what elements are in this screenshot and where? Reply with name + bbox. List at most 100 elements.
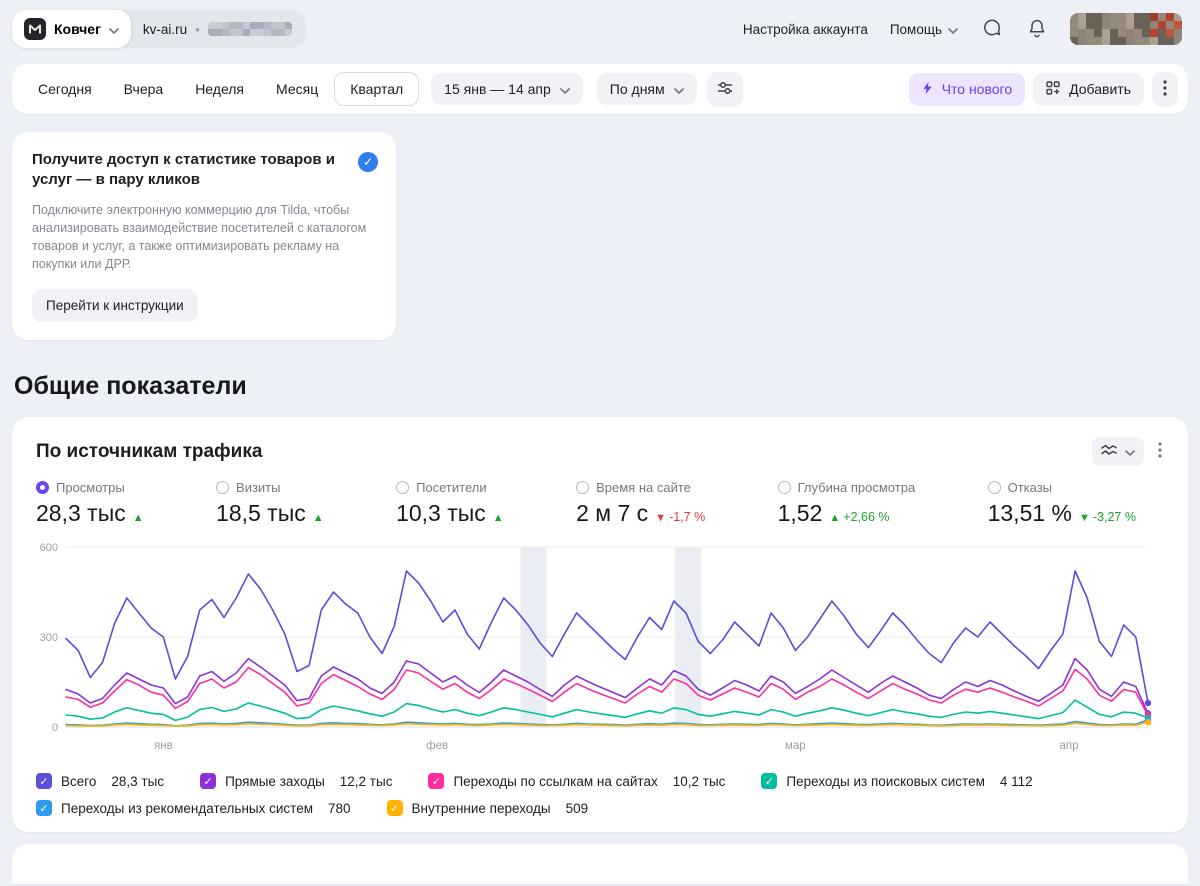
svg-text:апр: апр [1059, 740, 1078, 752]
granularity-select[interactable]: По дням [596, 73, 697, 105]
kebab-menu-icon [1158, 442, 1162, 461]
counter-name: Ковчег [54, 21, 101, 37]
promo-card: Получите доступ к статистике товаров и у… [12, 132, 396, 340]
svg-text:600: 600 [40, 542, 58, 554]
legend-item-5[interactable]: ✓ Внутренние переходы 509 [386, 800, 589, 816]
toolbar-menu-button[interactable] [1152, 71, 1178, 107]
period-tab-4[interactable]: Квартал [334, 72, 420, 106]
metric-label: Посетители [416, 480, 487, 495]
legend-label: Прямые заходы [225, 773, 325, 789]
promo-cta-button[interactable]: Перейти к инструкции [32, 289, 198, 322]
counter-selector[interactable]: Ковчег [12, 10, 131, 48]
legend-value: 509 [565, 800, 589, 816]
promo-body: Подключите электронную коммерцию для Til… [32, 202, 367, 271]
svg-text:мар: мар [785, 740, 806, 752]
date-range-label: 15 янв — 14 апр [444, 81, 551, 97]
chart-type-button[interactable] [1092, 437, 1144, 466]
period-tab-3[interactable]: Месяц [260, 72, 334, 106]
legend-item-1[interactable]: ✓ Прямые заходы 12,2 тыс [200, 773, 392, 789]
metric-delta: ▼ -3,27 % [1079, 510, 1136, 524]
metric-3[interactable]: Время на сайте 2 м 7 с ▼ -1,7 % [576, 480, 705, 527]
metric-delta: ▼ -1,7 % [655, 510, 706, 524]
metric-delta: ▲ [312, 512, 324, 524]
add-widget-button[interactable]: Добавить [1033, 72, 1144, 106]
whats-new-button[interactable]: Что нового [908, 72, 1026, 106]
next-widget-partial [12, 844, 1188, 884]
metric-delta: ▲ [492, 512, 504, 524]
period-tab-1[interactable]: Вчера [108, 72, 180, 106]
widget-head: По источникам трафика [36, 437, 1164, 466]
period-tab-0[interactable]: Сегодня [22, 72, 108, 106]
add-widget-icon [1046, 80, 1060, 98]
avatar[interactable] [1070, 13, 1182, 45]
notifications-button[interactable] [1026, 16, 1048, 43]
metric-5[interactable]: Отказы 13,51 % ▼ -3,27 % [987, 480, 1136, 527]
help-menu[interactable]: Помощь [890, 22, 958, 37]
metric-value: 18,5 тыс [216, 500, 306, 526]
metric-value: 28,3 тыс [36, 500, 126, 526]
legend-value: 4 112 [999, 773, 1033, 789]
metric-radio [777, 481, 791, 494]
legend-checkbox-icon: ✓ [200, 773, 217, 789]
check-badge-icon: ✓ [358, 152, 378, 172]
widget-menu-button[interactable] [1156, 440, 1164, 463]
counter-logo-icon [24, 18, 46, 40]
metric-delta: ▲ [132, 512, 144, 524]
metric-radio [36, 481, 49, 494]
legend-item-2[interactable]: ✓ Переходы по ссылкам на сайтах 10,2 тыс [428, 773, 725, 789]
chevron-down-icon [1125, 444, 1135, 459]
metric-4[interactable]: Глубина просмотра 1,52 ▲ +2,66 % [777, 480, 916, 527]
metric-value: 1,52 [777, 500, 823, 526]
filters-button[interactable] [706, 71, 743, 107]
chat-button[interactable] [980, 16, 1004, 43]
metric-1[interactable]: Визиты 18,5 тыс ▲ [216, 480, 324, 527]
metrics-row: Просмотры 28,3 тыс ▲ Визиты 18,5 тыс ▲ Посетит… [36, 480, 1164, 527]
legend-value: 10,2 тыс [672, 773, 726, 789]
svg-text:янв: янв [154, 740, 173, 752]
legend-value: 28,3 тыс [111, 773, 165, 789]
filter-sliders-icon [717, 81, 733, 98]
legend-row: ✓ Переходы из рекомендательных систем 780 ✓… [36, 800, 1164, 816]
help-label: Помощь [889, 21, 942, 37]
metric-radio [987, 481, 1001, 494]
period-tabs: Сегодня Вчера Неделя Месяц Квартал [22, 72, 420, 106]
kebab-menu-icon [1163, 79, 1167, 99]
section-title: Общие показатели [14, 372, 247, 400]
legend-item-0[interactable]: ✓ Всего 28,3 тыс [36, 773, 164, 789]
add-widget-label: Добавить [1069, 81, 1131, 97]
period-tab-2[interactable]: Неделя [179, 72, 260, 106]
svg-text:300: 300 [40, 632, 58, 644]
widget-title: По источникам трафика [36, 440, 263, 462]
legend-item-3[interactable]: ✓ Переходы из поисковых систем 4 112 [761, 773, 1033, 789]
chart-legend: ✓ Всего 28,3 тыс ✓ Прямые заходы 12,2 тыс ✓ Пер… [36, 773, 1164, 816]
legend-value: 780 [328, 800, 351, 816]
traffic-sources-widget: По источникам трафика Просмотры 28,3 тыс ▲… [12, 417, 1188, 832]
legend-label: Всего [61, 773, 97, 789]
date-range-picker[interactable]: 15 янв — 14 апр [431, 73, 583, 105]
legend-checkbox-icon: ✓ [428, 773, 445, 789]
metric-value: 2 м 7 с [576, 500, 649, 526]
legend-label: Переходы из поисковых систем [786, 773, 985, 789]
metric-radio [216, 481, 230, 494]
promo-head: Получите доступ к статистике товаров и у… [32, 150, 378, 191]
metric-label: Глубина просмотра [797, 480, 916, 495]
chevron-down-icon [109, 22, 119, 37]
metric-delta: ▲ +2,66 % [829, 510, 890, 524]
legend-label: Переходы по ссылкам на сайтах [453, 773, 658, 789]
metric-label: Просмотры [56, 480, 125, 495]
bell-icon [1028, 18, 1046, 41]
header-actions: Настройка аккаунта Помощь [743, 13, 1182, 45]
separator-dot: • [195, 21, 200, 37]
chevron-down-icon [948, 22, 958, 37]
metric-value: 13,51 % [987, 500, 1072, 526]
legend-checkbox-icon: ✓ [36, 773, 52, 789]
promo-title: Получите доступ к статистике товаров и у… [32, 151, 335, 189]
legend-item-4[interactable]: ✓ Переходы из рекомендательных систем 780 [36, 800, 351, 816]
chart-type-icon [1101, 444, 1117, 459]
metric-0[interactable]: Просмотры 28,3 тыс ▲ [36, 480, 144, 527]
svg-text:0: 0 [52, 722, 58, 734]
metric-2[interactable]: Посетители 10,3 тыс ▲ [396, 480, 504, 527]
site-link[interactable]: kv-ai.ru [143, 22, 187, 37]
bolt-icon [922, 81, 933, 98]
account-settings-link[interactable]: Настройка аккаунта [743, 22, 868, 37]
